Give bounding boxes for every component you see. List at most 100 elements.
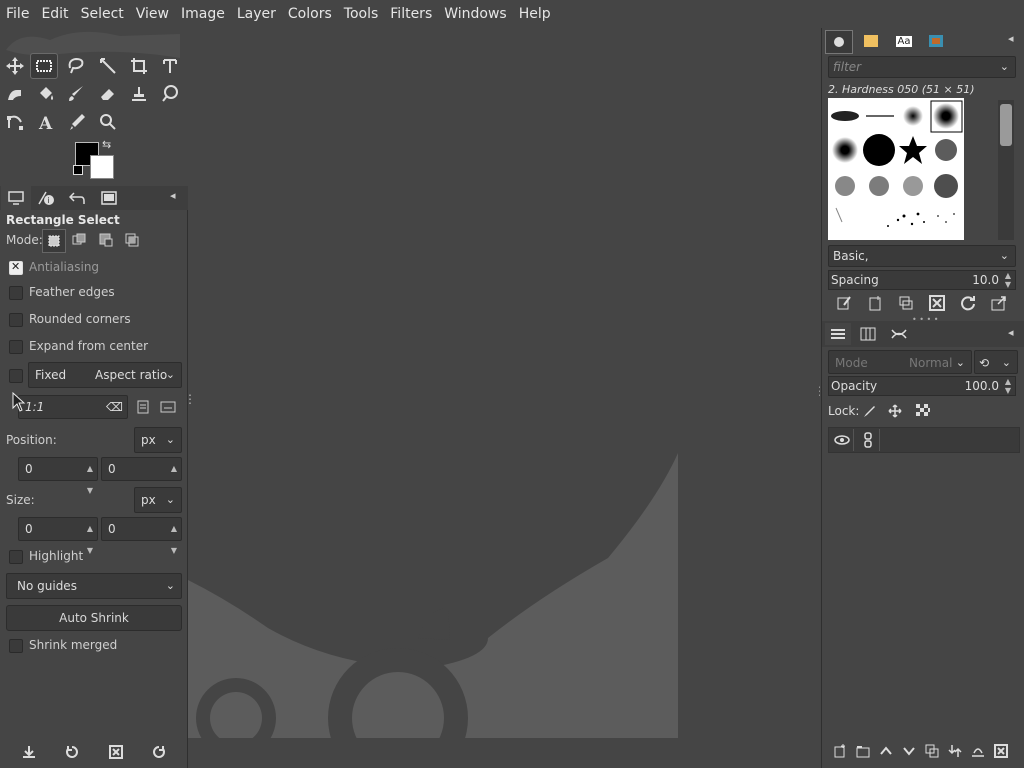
tool-options-tab-icon[interactable] bbox=[1, 186, 31, 210]
resize-handle-icon[interactable]: ⋮ bbox=[188, 392, 196, 406]
default-colors-icon[interactable] bbox=[73, 165, 83, 175]
position-x-input[interactable]: 0 ▲ ▼ bbox=[18, 457, 98, 495]
aspect-ratio-input[interactable]: 1:1 ⌫ bbox=[18, 395, 128, 419]
mode-subtract-icon[interactable] bbox=[95, 229, 117, 251]
paintbrush-tool-icon[interactable] bbox=[63, 82, 89, 106]
paths-tab-icon[interactable] bbox=[886, 323, 912, 345]
duplicate-brush-icon[interactable] bbox=[890, 295, 921, 311]
background-color-swatch[interactable] bbox=[90, 155, 114, 179]
canvas-area[interactable]: ⋮ ⋮ bbox=[188, 28, 820, 738]
brush-filter-input[interactable]: filter ⌄ bbox=[828, 56, 1016, 78]
lock-pixels-icon[interactable] bbox=[858, 400, 880, 422]
device-status-tab-icon[interactable]: i bbox=[31, 186, 61, 210]
dock-menu-icon[interactable]: ◂ bbox=[1008, 32, 1014, 45]
menu-filters[interactable]: Filters bbox=[384, 0, 438, 28]
color-picker-tool-icon[interactable] bbox=[64, 110, 90, 134]
new-layer-group-icon[interactable] bbox=[851, 744, 874, 758]
brush-preset-dropdown[interactable]: Basic, ⌄ bbox=[828, 245, 1016, 267]
eraser-tool-icon[interactable] bbox=[95, 82, 121, 106]
delete-layer-icon[interactable] bbox=[989, 744, 1012, 758]
antialiasing-checkbox[interactable] bbox=[9, 260, 23, 275]
crop-tool-icon[interactable] bbox=[126, 54, 152, 78]
spin-arrows-icon[interactable]: ▲▼ bbox=[83, 518, 97, 555]
bucket-fill-tool-icon[interactable] bbox=[33, 82, 59, 106]
spin-arrows-icon[interactable]: ▲▼ bbox=[167, 518, 181, 555]
mask-layer-icon[interactable] bbox=[966, 744, 989, 758]
restore-options-icon[interactable] bbox=[61, 741, 83, 763]
lock-position-icon[interactable] bbox=[884, 400, 906, 422]
menu-edit[interactable]: Edit bbox=[35, 0, 74, 28]
expand-from-center-checkbox[interactable] bbox=[9, 340, 23, 354]
menu-tools[interactable]: Tools bbox=[338, 0, 385, 28]
lock-alpha-icon[interactable] bbox=[912, 400, 934, 422]
new-layer-icon[interactable] bbox=[828, 744, 851, 758]
highlight-checkbox[interactable] bbox=[9, 550, 23, 564]
raise-layer-icon[interactable] bbox=[874, 744, 897, 758]
landscape-icon[interactable] bbox=[157, 396, 179, 418]
new-brush-icon[interactable] bbox=[859, 295, 890, 311]
mode-add-icon[interactable] bbox=[68, 229, 90, 251]
lower-layer-icon[interactable] bbox=[897, 744, 920, 758]
size-height-input[interactable]: 0 ▲ ▼ bbox=[101, 517, 182, 555]
menu-file[interactable]: File bbox=[0, 0, 35, 28]
size-width-input[interactable]: 0 ▲ ▼ bbox=[18, 517, 98, 555]
position-y-input[interactable]: 0 ▲▼ bbox=[101, 457, 182, 495]
rectangle-select-tool-icon[interactable] bbox=[30, 53, 58, 79]
eye-icon[interactable] bbox=[831, 429, 854, 451]
fonts-tab-icon[interactable]: Aa bbox=[891, 30, 917, 52]
menu-windows[interactable]: Windows bbox=[438, 0, 513, 28]
refresh-brushes-icon[interactable] bbox=[952, 295, 983, 311]
fixed-aspect-dropdown[interactable]: Fixed Aspect ratio ⌄ bbox=[28, 362, 182, 388]
menu-help[interactable]: Help bbox=[513, 0, 557, 28]
mode-intersect-icon[interactable] bbox=[121, 229, 143, 251]
spin-arrows-icon[interactable]: ▲▼ bbox=[83, 458, 97, 495]
chain-icon[interactable] bbox=[857, 429, 880, 451]
spin-arrows-icon[interactable]: ▲▼ bbox=[1001, 271, 1015, 289]
unified-transform-tool-icon[interactable] bbox=[157, 54, 183, 78]
feather-edges-checkbox[interactable] bbox=[9, 286, 23, 300]
fuzzy-select-tool-icon[interactable] bbox=[95, 54, 121, 78]
brush-scrollbar[interactable] bbox=[998, 100, 1014, 240]
brushes-tab-icon[interactable] bbox=[825, 30, 853, 54]
warp-transform-tool-icon[interactable] bbox=[2, 82, 28, 106]
guides-dropdown[interactable]: No guides ⌄ bbox=[6, 573, 182, 599]
mode-replace-icon[interactable] bbox=[42, 229, 66, 253]
position-unit-dropdown[interactable]: px ⌄ bbox=[134, 427, 182, 453]
spin-arrows-icon[interactable]: ▲▼ bbox=[1001, 377, 1015, 395]
menu-layer[interactable]: Layer bbox=[231, 0, 282, 28]
dock-menu-icon[interactable]: ◂ bbox=[1008, 326, 1014, 339]
duplicate-layer-icon[interactable] bbox=[920, 744, 943, 758]
resize-handle-icon[interactable]: ⋮ bbox=[814, 384, 820, 398]
zoom-tool-icon[interactable] bbox=[95, 110, 121, 134]
layer-mode-dropdown[interactable]: Mode Normal ⌄ bbox=[828, 350, 972, 374]
spin-arrows-icon[interactable]: ▲▼ bbox=[167, 458, 181, 495]
auto-shrink-button[interactable]: Auto Shrink bbox=[6, 605, 182, 631]
clear-icon[interactable]: ⌫ bbox=[106, 396, 123, 418]
menu-select[interactable]: Select bbox=[75, 0, 130, 28]
brush-grid[interactable] bbox=[828, 98, 964, 240]
save-options-icon[interactable] bbox=[18, 741, 40, 763]
gradients-tab-icon[interactable] bbox=[923, 30, 949, 52]
layers-tab-icon[interactable] bbox=[825, 323, 851, 345]
delete-options-icon[interactable] bbox=[105, 741, 127, 763]
channels-tab-icon[interactable] bbox=[855, 323, 881, 345]
undo-history-tab-icon[interactable] bbox=[62, 186, 92, 210]
merge-layer-icon[interactable] bbox=[943, 744, 966, 758]
menu-view[interactable]: View bbox=[130, 0, 175, 28]
edit-brush-icon[interactable] bbox=[828, 295, 859, 311]
size-unit-dropdown[interactable]: px ⌄ bbox=[134, 487, 182, 513]
swap-colors-icon[interactable]: ⇆ bbox=[102, 138, 111, 151]
move-tool-icon[interactable] bbox=[2, 54, 28, 78]
layer-mode-switch-dropdown[interactable]: ⟲ ⌄ bbox=[974, 350, 1018, 374]
smudge-tool-icon[interactable] bbox=[157, 82, 183, 106]
text-tool-icon[interactable]: A bbox=[33, 110, 59, 134]
opacity-slider[interactable]: Opacity 100.0 ▲ ▼ bbox=[828, 376, 1016, 396]
open-brush-as-image-icon[interactable] bbox=[983, 295, 1014, 311]
menu-colors[interactable]: Colors bbox=[282, 0, 338, 28]
spacing-slider[interactable]: Spacing 10.0 ▲ ▼ bbox=[828, 270, 1016, 290]
patterns-tab-icon[interactable] bbox=[858, 30, 884, 52]
images-tab-icon[interactable] bbox=[94, 186, 124, 210]
portrait-icon[interactable] bbox=[132, 396, 154, 418]
rounded-corners-checkbox[interactable] bbox=[9, 313, 23, 327]
menu-image[interactable]: Image bbox=[175, 0, 231, 28]
